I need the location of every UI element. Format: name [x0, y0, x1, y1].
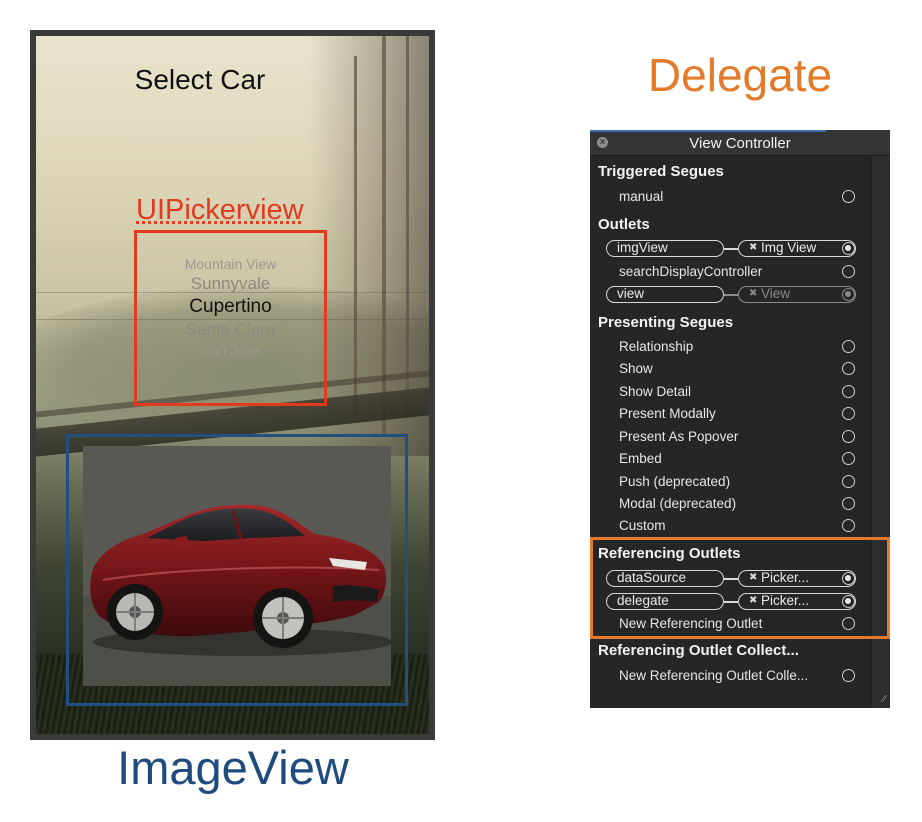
select-car-title: Select Car — [134, 64, 266, 95]
connected-circle-icon[interactable] — [842, 288, 855, 301]
connection-circle-icon[interactable] — [842, 265, 855, 278]
segue-show-detail: Show Detail — [619, 384, 692, 399]
connection-circle-icon[interactable] — [842, 669, 855, 682]
panel-title-bar: × View Controller — [590, 130, 890, 156]
connection-circle-icon[interactable] — [842, 407, 855, 420]
segue-show: Show — [619, 361, 653, 376]
segue-manual: manual — [619, 189, 664, 204]
referencing-outlets-highlight-box — [590, 537, 890, 639]
imageview-annotation-label: ImageView — [117, 741, 349, 794]
connection-circle-icon[interactable] — [842, 340, 855, 353]
connection-circle-icon[interactable] — [842, 475, 855, 488]
connection-circle-icon[interactable] — [842, 452, 855, 465]
picker-annotation-label: UIPickerview — [136, 194, 304, 226]
connection-line — [724, 294, 738, 296]
outlet-search-display-controller: searchDisplayController — [619, 264, 763, 279]
section-triggered-segues: Triggered Segues — [598, 163, 724, 180]
segue-present-modally: Present Modally — [619, 406, 716, 421]
new-referencing-outlet-collection: New Referencing Outlet Colle... — [619, 668, 809, 683]
picker-highlight-box — [134, 230, 327, 406]
remove-connection-icon[interactable]: ✖ — [749, 288, 757, 299]
segue-relationship: Relationship — [619, 339, 694, 354]
outlet-view-pill[interactable]: view — [606, 286, 724, 303]
tree-trunk — [354, 56, 357, 416]
section-outlets: Outlets — [598, 216, 650, 233]
segue-custom: Custom — [619, 518, 666, 533]
connection-circle-icon[interactable] — [842, 190, 855, 203]
panel-title: View Controller — [689, 135, 791, 152]
section-referencing-outlet-collections: Referencing Outlet Collect... — [598, 642, 799, 659]
outlet-imgview-pill[interactable]: imgView — [606, 240, 724, 257]
imageview-highlight-box — [66, 434, 408, 706]
segue-embed: Embed — [619, 451, 662, 466]
connected-circle-icon[interactable] — [842, 242, 855, 255]
resize-handle-icon[interactable]: ⁄⁄ — [883, 694, 886, 705]
segue-push-deprecated: Push (deprecated) — [619, 474, 731, 489]
section-presenting-segues: Presenting Segues — [598, 314, 734, 331]
connection-circle-icon[interactable] — [842, 430, 855, 443]
connection-circle-icon[interactable] — [842, 362, 855, 375]
connection-circle-icon[interactable] — [842, 385, 855, 398]
tree-trunk — [406, 36, 409, 416]
segue-modal-deprecated: Modal (deprecated) — [619, 496, 737, 511]
delegate-annotation-label: Delegate — [647, 49, 833, 101]
connection-circle-icon[interactable] — [842, 519, 855, 532]
connection-line — [724, 248, 738, 250]
panel-accent-line — [590, 130, 826, 132]
connection-circle-icon[interactable] — [842, 497, 855, 510]
remove-connection-icon[interactable]: ✖ — [749, 242, 757, 253]
segue-present-as-popover: Present As Popover — [619, 429, 739, 444]
